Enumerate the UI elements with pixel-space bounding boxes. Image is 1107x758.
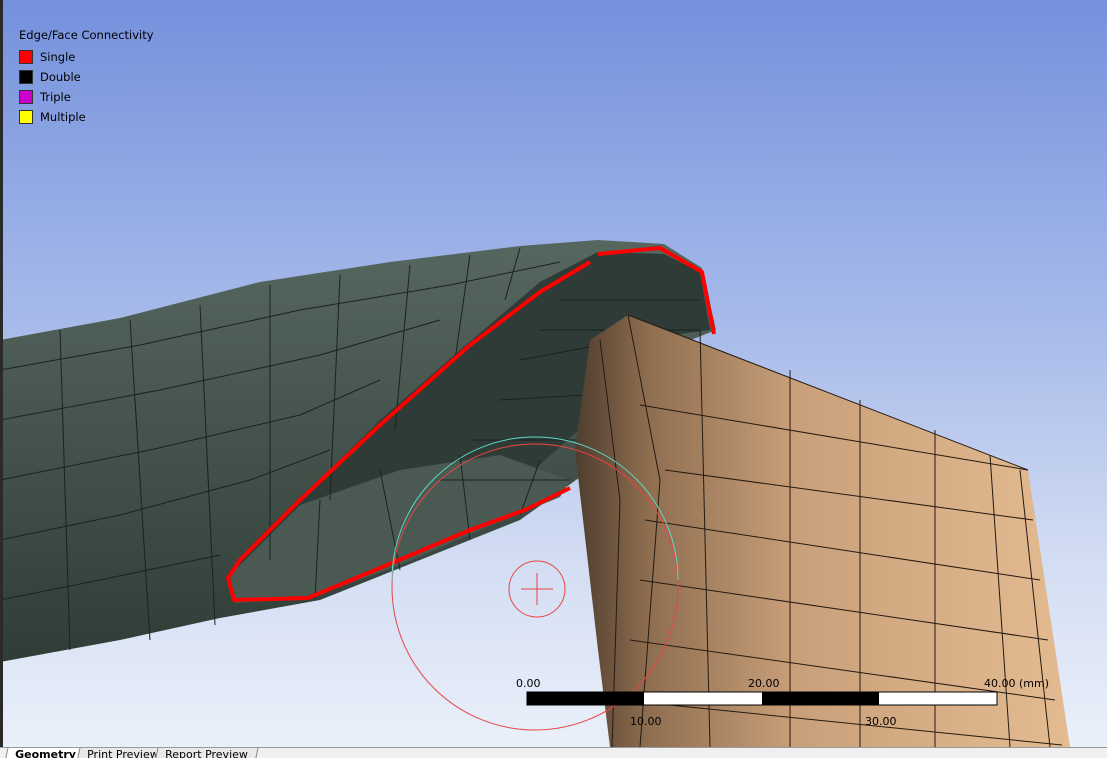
- graphics-viewport[interactable]: Edge/Face Connectivity Single Double Tri…: [0, 0, 1107, 747]
- legend-label-double: Double: [40, 70, 81, 84]
- legend-item-multiple: Multiple: [19, 107, 154, 127]
- view-tab-bar: Geometry Print Preview Report Preview: [0, 747, 1107, 758]
- legend-label-triple: Triple: [40, 90, 71, 104]
- scale-label-30: 30.00: [865, 715, 897, 728]
- legend-item-double: Double: [19, 67, 154, 87]
- scale-label-0: 0.00: [516, 677, 541, 690]
- legend-item-single: Single: [19, 47, 154, 67]
- scale-bar: [526, 691, 998, 706]
- legend-label-multiple: Multiple: [40, 110, 86, 124]
- legend-item-triple: Triple: [19, 87, 154, 107]
- connectivity-legend: Edge/Face Connectivity Single Double Tri…: [19, 27, 154, 127]
- legend-title: Edge/Face Connectivity: [19, 28, 154, 42]
- model-scene[interactable]: [0, 0, 1107, 747]
- scale-label-10: 10.00: [630, 715, 662, 728]
- legend-label-single: Single: [40, 50, 76, 64]
- legend-swatch-multiple: [19, 110, 33, 124]
- legend-swatch-triple: [19, 90, 33, 104]
- window-left-border: [0, 0, 3, 757]
- scale-label-40: 40.00 (mm): [984, 677, 1050, 690]
- legend-swatch-single: [19, 50, 33, 64]
- scale-label-20: 20.00: [748, 677, 780, 690]
- legend-swatch-double: [19, 70, 33, 84]
